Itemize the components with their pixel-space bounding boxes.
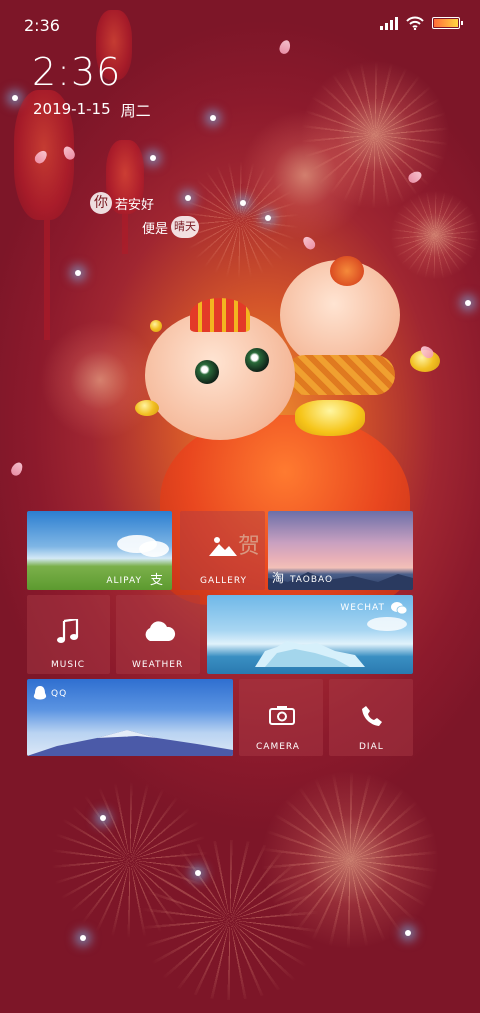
image-icon [209, 537, 237, 556]
tile-label: TAOBAO [290, 575, 334, 585]
tile-qq[interactable]: QQ [27, 679, 233, 756]
pig-eye-decoration [195, 360, 219, 384]
tile-weather[interactable]: WEATHER [116, 595, 200, 674]
tile-label: MUSIC [51, 660, 86, 670]
tile-taobao[interactable]: 淘 TAOBAO [268, 511, 413, 590]
sparkle-decoration [100, 815, 106, 821]
pig-eye-decoration [245, 348, 269, 372]
weekday-text: 周二 [120, 102, 151, 120]
status-bar: 2:36 [0, 0, 480, 48]
lockscreen-clock: 2:36 [32, 50, 122, 94]
petal-decoration [9, 460, 25, 478]
cloud-decoration [139, 541, 169, 557]
date-text: 2019-1-15 [33, 100, 111, 118]
firework-decoration [130, 840, 330, 1000]
sparkle-decoration [12, 95, 18, 101]
tile-dial[interactable]: DIAL [329, 679, 413, 756]
phone-icon [362, 706, 382, 726]
quote-text: 便是 [142, 221, 169, 237]
iceberg-decoration [255, 641, 365, 667]
tile-label: QQ [51, 689, 68, 699]
quote-badge: 晴天 [171, 216, 200, 238]
lockscreen-date: 2019-1-15 周二 [33, 100, 151, 121]
tile-camera[interactable]: CAMERA [239, 679, 323, 756]
sparkle-decoration [210, 115, 216, 121]
scarf-decoration [285, 355, 395, 395]
cloud-decoration [367, 617, 407, 631]
sparkle-decoration [405, 930, 411, 936]
gold-ingot-image [295, 400, 365, 436]
wallpaper-quote: 你 若安好 便是 晴天 [90, 192, 200, 238]
tile-wechat[interactable]: WECHAT [207, 595, 413, 674]
tile-label: WEATHER [132, 660, 184, 670]
petal-decoration [406, 169, 424, 185]
wifi-icon [406, 16, 424, 30]
taobao-icon: 淘 [272, 571, 286, 585]
sparkle-decoration [80, 935, 86, 941]
quote-badge: 你 [90, 192, 112, 214]
quote-text: 若安好 [115, 197, 155, 213]
tile-label: DIAL [359, 742, 384, 752]
status-icons [380, 16, 463, 30]
tile-label: ALIPAY [106, 576, 142, 586]
wechat-icon [391, 602, 407, 615]
lantern-tassel-decoration [44, 220, 50, 340]
cloud-icon [145, 621, 176, 641]
firework-decoration [300, 60, 450, 210]
firework-decoration [260, 770, 440, 950]
tile-music[interactable]: MUSIC [27, 595, 110, 674]
sparkle-decoration [265, 215, 271, 221]
gold-coin-image [135, 400, 159, 416]
tile-gallery[interactable]: GALLERY [180, 511, 265, 590]
firework-decoration [50, 780, 210, 940]
firework-decoration [240, 110, 370, 240]
sparkle-decoration [150, 155, 156, 161]
firework-decoration [260, 770, 440, 950]
sparkle-decoration [75, 270, 81, 276]
tile-label: GALLERY [199, 576, 247, 586]
sparkle-decoration [465, 300, 471, 306]
mountain-decoration [27, 730, 233, 756]
tile-label: CAMERA [256, 742, 300, 752]
pig-hat-decoration [190, 298, 250, 332]
bow-decoration [330, 256, 364, 286]
sparkle-decoration [195, 870, 201, 876]
petal-decoration [300, 234, 318, 252]
status-time: 2:36 [24, 16, 60, 35]
gold-coin-image [150, 320, 162, 332]
tile-label: WECHAT [340, 603, 385, 613]
music-note-icon [57, 619, 79, 643]
camera-icon [269, 706, 295, 725]
sparkle-decoration [240, 200, 246, 206]
tile-alipay[interactable]: ALIPAY 支 [27, 511, 172, 590]
firework-decoration [300, 60, 450, 210]
alipay-icon: 支 [149, 573, 164, 588]
penguin-icon [33, 686, 47, 700]
battery-icon [432, 17, 463, 29]
signal-icon [380, 16, 398, 30]
